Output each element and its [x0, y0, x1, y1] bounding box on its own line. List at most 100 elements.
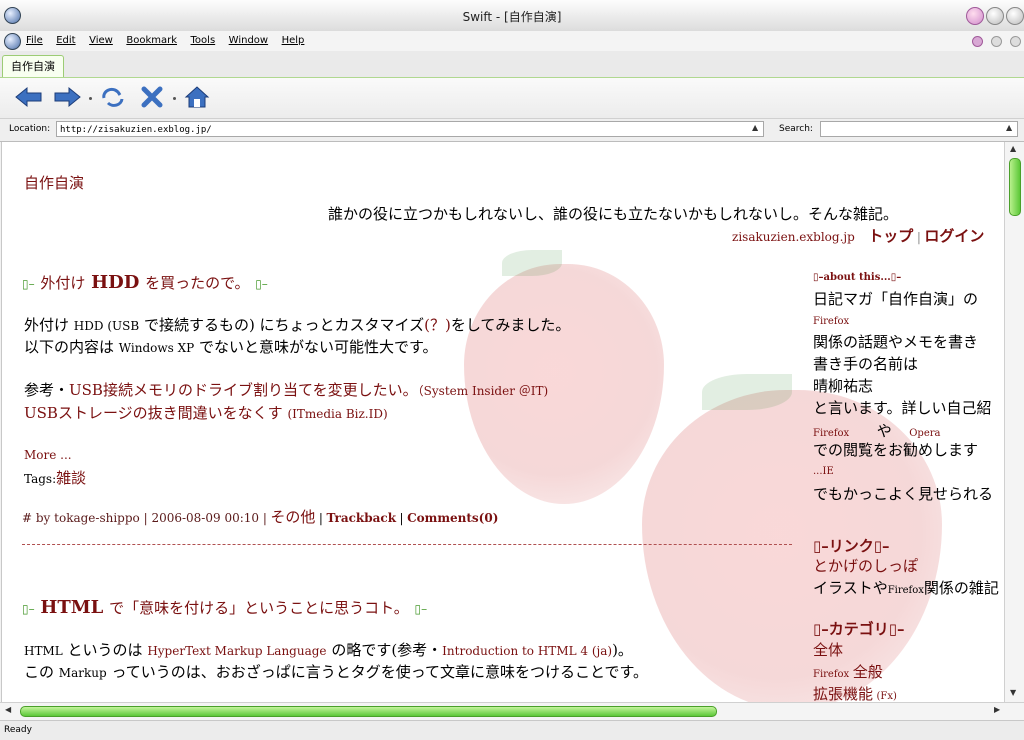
forward-dropdown-icon[interactable] — [89, 97, 92, 100]
post2-l1b: というのは — [67, 641, 143, 659]
post1-comments-link[interactable]: Comments(0) — [407, 511, 498, 525]
back-arrow-icon[interactable] — [14, 85, 44, 109]
tab-zisakuzien[interactable]: 自作自演 — [2, 55, 64, 77]
post1-ref2: USBストレージの抜き間違いをなくす (ITmedia Biz.ID) — [24, 402, 388, 423]
sidebar-browser-line: Firefox や Opera — [813, 420, 940, 441]
sidebar-cat2-b[interactable]: 全般 — [853, 663, 883, 681]
mdi-minimize-button[interactable] — [972, 36, 983, 47]
search-dropdown-icon[interactable]: ▲ — [1006, 123, 1012, 132]
menu-globe-icon[interactable] — [4, 33, 21, 50]
sidebar-about-line3: 書き手の名前は — [813, 355, 919, 373]
post1-trackback-link[interactable]: Trackback — [326, 511, 396, 525]
sidebar-link-heading: ▯–リンク▯– — [813, 537, 890, 555]
post1-line1: 外付け HDD (USB で接続するもの) にちょっとカスタマイズ(？)をしてみ… — [24, 314, 570, 335]
menu-edit[interactable]: Edit — [56, 35, 75, 46]
sidebar-about-line4: 晴柳祐志 — [813, 377, 874, 395]
home-icon[interactable] — [184, 85, 210, 109]
search-label: Search: — [779, 124, 813, 134]
post1-ref1: 参考・USB接続メモリのドライブ割り当てを変更したい。（System Insid… — [24, 379, 548, 400]
minimize-button[interactable] — [966, 7, 984, 25]
menu-bar: File Edit View Bookmark Tools Window Hel… — [0, 31, 1024, 51]
sidebar-cat2-a[interactable]: Firefox — [813, 669, 849, 680]
post1-glyph-right: ▯– — [255, 277, 268, 291]
search-input[interactable] — [820, 121, 1018, 137]
browser-window: Swift - [自作自演] File Edit View Bookmark T… — [0, 0, 1024, 740]
login-link[interactable]: ログイン — [924, 227, 984, 245]
url-input[interactable]: http://zisakuzien.exblog.jp/ — [56, 121, 764, 137]
sidebar-link-tokage[interactable]: とかげのしっぽ — [813, 555, 918, 576]
post1-ref-label: 参考・ — [24, 381, 70, 399]
mdi-close-button[interactable] — [1010, 36, 1021, 47]
menu-view[interactable]: View — [89, 35, 113, 46]
post1-tags: Tags:雑談 — [24, 467, 86, 488]
post2-intro-link[interactable]: Introduction to HTML 4 (ja) — [442, 644, 612, 658]
scroll-left-arrow-icon[interactable]: ◀ — [5, 705, 11, 714]
sidebar-firefox-1: Firefox — [813, 316, 850, 327]
post1-more-link[interactable]: More ... — [24, 448, 72, 462]
post1-ref1-link[interactable]: USB接続メモリのドライブ割り当てを変更したい。 — [69, 381, 418, 399]
post1-l2a: 以下の内容は — [24, 338, 115, 356]
post1-ref1-source[interactable]: （System Insider ＠IT) — [418, 384, 549, 398]
vertical-scroll-thumb[interactable] — [1009, 158, 1021, 216]
post1-tag-link[interactable]: 雑談 — [56, 469, 86, 487]
menu-window[interactable]: Window — [229, 35, 268, 46]
header-sep: | — [916, 230, 921, 244]
post1-l1b: HDD (USB — [73, 319, 140, 333]
sidebar-ya: や — [876, 422, 892, 440]
post1-tags-label: Tags: — [24, 472, 57, 486]
horizontal-scroll-thumb[interactable] — [20, 706, 717, 717]
vertical-scrollbar[interactable]: ▲ ▼ — [1004, 142, 1024, 702]
post1-ref2-source[interactable]: (ITmedia Biz.ID) — [287, 407, 387, 421]
post2-line2: この Markup っていうのは、おおざっぱに言うとタグを使って文章に意味をつけ… — [24, 661, 648, 682]
post1-ref2-link[interactable]: USBストレージの抜き間違いをなくす — [24, 404, 283, 422]
stop-icon[interactable] — [140, 85, 164, 109]
post1-meta-sep2: | — [399, 511, 404, 525]
header-links: zisakuzien.exblog.jp トップ | ログイン — [732, 225, 984, 246]
menu-tools[interactable]: Tools — [191, 35, 216, 46]
sidebar-about-heading: ▯–about this...▯– — [813, 272, 902, 283]
mdi-restore-button[interactable] — [991, 36, 1002, 47]
sidebar-category-extensions[interactable]: 拡張機能 (Fx) — [813, 683, 897, 702]
stop-dropdown-icon[interactable] — [173, 97, 176, 100]
post1-glyph-left: ▯– — [22, 277, 35, 291]
post2-l1a: HTML — [24, 644, 63, 658]
post2-glyph-right: ▯– — [414, 602, 428, 616]
sidebar-cat3-a[interactable]: 拡張機能 — [813, 685, 873, 702]
sidebar-about-line1: 日記マガ「自作自演」の — [813, 290, 979, 308]
post2-title: ▯– HTML で「意味を付ける」ということに思うコト。 ▯– — [22, 597, 427, 618]
post1-l1d: (？) — [424, 316, 451, 334]
menu-file[interactable]: File — [26, 35, 43, 46]
blog-title[interactable]: 自作自演 — [24, 172, 84, 193]
sidebar-about-line6: での閲覧をお勧めします — [813, 441, 979, 459]
sidebar-opera: Opera — [909, 428, 941, 439]
top-link[interactable]: トップ — [868, 227, 913, 245]
scroll-up-arrow-icon[interactable]: ▲ — [1010, 144, 1016, 153]
scroll-down-arrow-icon[interactable]: ▼ — [1010, 688, 1016, 697]
horizontal-scrollbar[interactable]: ◀ ▶ — [0, 702, 1024, 720]
post2-title-bold: HTML — [40, 597, 104, 618]
scroll-right-arrow-icon[interactable]: ▶ — [994, 705, 1000, 714]
post2-l1c: HyperText Markup Language — [147, 644, 327, 658]
reload-icon[interactable] — [100, 85, 126, 109]
navigation-toolbar — [0, 78, 1024, 119]
blog-domain: zisakuzien.exblog.jp — [732, 230, 855, 244]
sidebar-category-firefox[interactable]: Firefox 全般 — [813, 661, 883, 682]
close-button[interactable] — [1006, 7, 1024, 25]
menu-help[interactable]: Help — [282, 35, 305, 46]
menu-bookmark[interactable]: Bookmark — [126, 35, 177, 46]
sidebar-link-desc-b: Firefox — [887, 585, 924, 596]
location-label: Location: — [9, 124, 51, 134]
sidebar-cat3-b[interactable]: (Fx) — [877, 691, 897, 702]
post2-l1f: )。 — [612, 641, 633, 659]
maximize-button[interactable] — [986, 7, 1004, 25]
post1-title-bold: HDD — [91, 272, 140, 293]
post1-l2b: Windows XP — [118, 341, 195, 355]
sidebar-category-all[interactable]: 全体 — [813, 639, 843, 660]
post2-l2a: この — [24, 663, 55, 681]
post1-l1a: 外付け — [24, 316, 70, 334]
post1-title-pre: 外付け — [40, 274, 86, 292]
forward-arrow-icon[interactable] — [52, 85, 82, 109]
sidebar-category-heading: ▯–カテゴリ▯– — [813, 620, 905, 638]
post1-category-link[interactable]: その他 — [270, 508, 315, 526]
url-dropdown-icon[interactable]: ▲ — [752, 123, 758, 132]
